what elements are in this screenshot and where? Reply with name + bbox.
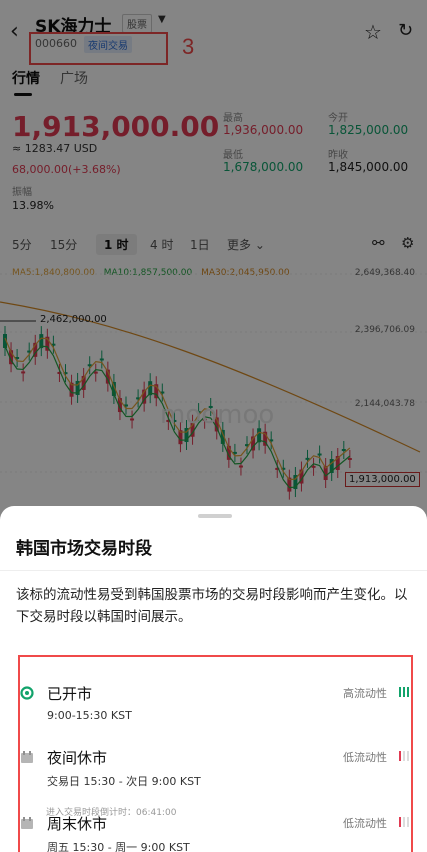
bottom-sheet: 韩国市场交易时段 该标的流动性易受到韩国股票市场的交易时段影响而产生变化。以下交… (0, 506, 427, 852)
session-item-weekend: 周末休市 周五 15:30 - 周一 9:00 KST 低流动性 (20, 813, 411, 852)
sheet-title: 韩国市场交易时段 (16, 539, 152, 559)
session-name: 周末休市 (47, 815, 108, 833)
divider (0, 570, 427, 571)
session-name: 已开市 (47, 685, 93, 703)
session-time: 周五 15:30 - 周一 9:00 KST (47, 841, 190, 852)
liquidity-bars-icon (399, 817, 411, 827)
session-item-night: 夜间休市 交易日 15:30 - 次日 9:00 KST 低流动性 (20, 747, 411, 807)
session-item-open: 已开市 9:00-15:30 KST 高流动性 (20, 683, 411, 743)
sheet-description: 该标的流动性易受到韩国股票市场的交易时段影响而产生变化。以下交易时段以韩国时间展… (16, 587, 408, 625)
liquidity-bars-icon (399, 687, 411, 697)
liquidity-bars-icon (399, 751, 411, 761)
session-time: 交易日 15:30 - 次日 9:00 KST (47, 775, 201, 788)
open-market-icon (20, 686, 34, 700)
session-name: 夜间休市 (47, 749, 108, 767)
session-list[interactable]: 进入交易时段倒计时：06:41:00 已开市 9:00-15:30 KST 高流… (18, 655, 413, 852)
sheet-drag-handle[interactable] (198, 514, 232, 518)
liquidity-label: 低流动性 (343, 751, 387, 764)
liquidity-label: 高流动性 (343, 687, 387, 700)
calendar-icon (21, 751, 33, 763)
calendar-icon (21, 817, 33, 829)
session-time: 9:00-15:30 KST (47, 709, 132, 722)
liquidity-label: 低流动性 (343, 817, 387, 830)
